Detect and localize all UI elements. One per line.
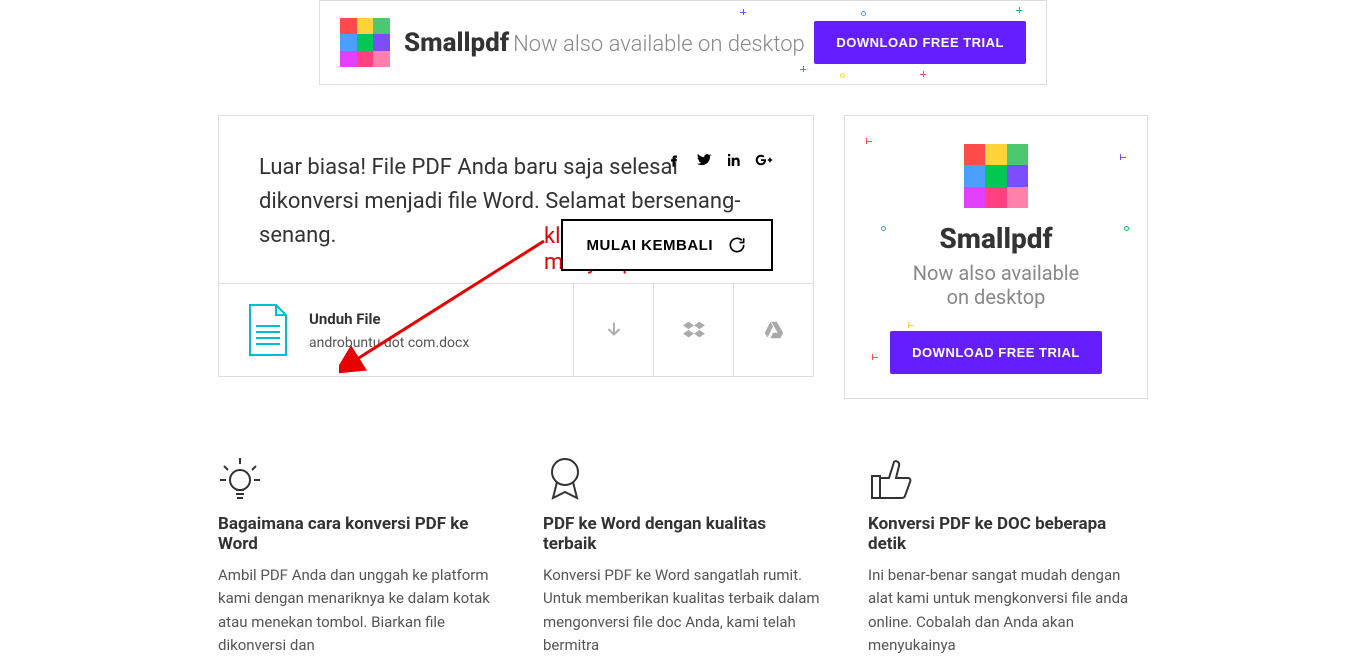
feature-text: Ini benar-benar sangat mudah dengan alat…	[868, 564, 1148, 657]
feature-title: Konversi PDF ke DOC beberapa detik	[868, 514, 1148, 554]
twitter-icon[interactable]	[695, 151, 713, 169]
award-icon	[543, 454, 587, 504]
linkedin-icon[interactable]	[725, 151, 743, 169]
feature-text: Konversi PDF ke Word sangatlah rumit. Un…	[543, 564, 823, 657]
download-arrow-icon	[603, 319, 625, 341]
restart-label: MULAI KEMBALI	[587, 237, 714, 254]
facebook-icon[interactable]	[665, 151, 683, 169]
download-trial-button[interactable]: DOWNLOAD FREE TRIAL	[814, 21, 1026, 64]
feature-text: Ambil PDF Anda dan unggah ke platform ka…	[218, 564, 498, 657]
side-tag2: on desktop	[865, 285, 1127, 309]
feature-title: PDF ke Word dengan kualitas terbaik	[543, 514, 823, 554]
top-ad-banner: Smallpdf Now also available on desktop D…	[319, 0, 1047, 85]
file-icon	[247, 304, 289, 356]
feature-quality: PDF ke Word dengan kualitas terbaik Konv…	[543, 454, 823, 657]
restart-icon	[727, 235, 747, 255]
googleplus-icon[interactable]	[755, 151, 773, 169]
thumbsup-icon	[868, 454, 912, 504]
download-direct-button[interactable]	[573, 284, 653, 376]
download-filename: androbuntu dot com.docx	[309, 335, 469, 351]
features-row: Bagaimana cara konversi PDF ke Word Ambi…	[108, 454, 1258, 657]
download-label: Unduh File	[309, 310, 469, 328]
side-ad-panel: Smallpdf Now also available on desktop D…	[844, 115, 1148, 399]
result-panel: Luar biasa! File PDF Anda baru saja sele…	[218, 115, 814, 377]
dropbox-button[interactable]	[653, 284, 733, 376]
side-trial-button[interactable]: DOWNLOAD FREE TRIAL	[890, 331, 1102, 374]
smallpdf-logo-icon	[964, 144, 1028, 208]
brand-name: Smallpdf	[404, 28, 509, 58]
feature-howto: Bagaimana cara konversi PDF ke Word Ambi…	[218, 454, 498, 657]
googledrive-button[interactable]	[733, 284, 813, 376]
dropbox-icon	[683, 319, 705, 341]
side-brand: Smallpdf	[865, 222, 1127, 255]
download-file-button[interactable]: Unduh File androbuntu dot com.docx	[219, 284, 573, 376]
feature-fast: Konversi PDF ke DOC beberapa detik Ini b…	[868, 454, 1148, 657]
lightbulb-icon	[218, 454, 262, 504]
restart-button[interactable]: MULAI KEMBALI	[561, 219, 774, 271]
side-tag1: Now also available	[865, 261, 1127, 285]
feature-title: Bagaimana cara konversi PDF ke Word	[218, 514, 498, 554]
googledrive-icon	[763, 319, 785, 341]
brand-tagline: Now also available on desktop	[513, 32, 805, 57]
smallpdf-logo-icon	[340, 18, 390, 68]
